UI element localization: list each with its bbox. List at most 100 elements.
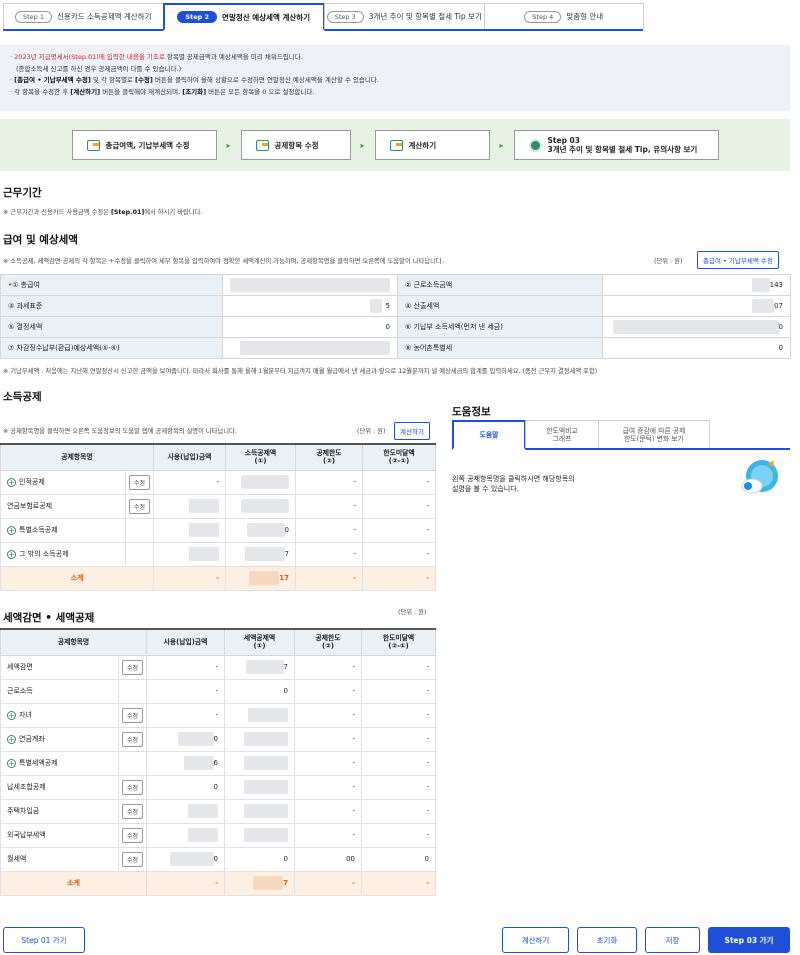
expand-plus-icon[interactable]: + (7, 710, 16, 720)
calculate-button[interactable]: 계산하기 (502, 927, 569, 953)
deduction-amount-cell: 7 (224, 654, 296, 680)
limit-cell: - (295, 493, 364, 519)
notice-text: 버튼을 클릭해야 재계산되며, (100, 87, 183, 96)
edit-cell (124, 517, 155, 543)
row-edit-button[interactable]: 수정 (128, 474, 151, 490)
flow-edit-deduction-button[interactable]: 공제항목 수정 (240, 130, 351, 160)
item-name[interactable]: 인적공제 (19, 478, 45, 486)
row-edit-button[interactable]: 수정 (121, 707, 144, 723)
calculator-icon (389, 139, 403, 151)
tab-step2[interactable]: Step 2 연말정산 예상세액 계산하기 (162, 3, 325, 31)
masked-value (244, 547, 285, 561)
expand-plus-icon[interactable]: + (7, 734, 16, 744)
masked-value (244, 756, 289, 770)
tab-limit-graph[interactable]: 한도액비교 그래프 (525, 420, 599, 448)
tab-threshold-change[interactable]: 급여 증감에 따른 공제 한도(문턱) 변화 보기 (598, 420, 710, 448)
step03-button[interactable]: Step 03 가기 (708, 927, 790, 953)
notice-bold: [수정] (134, 76, 153, 84)
tab-step3[interactable]: Step 3 3개년 추이 및 항목별 절세 Tip 보기 (324, 3, 485, 29)
unit-label: (단위 : 원) (654, 258, 683, 265)
limit-cell: - (294, 822, 363, 848)
item-name[interactable]: 자녀 (19, 711, 32, 719)
limit-cell: - (294, 678, 363, 704)
item-name-cell[interactable]: 주택차입금 (0, 798, 119, 824)
row-edit-button[interactable]: 수정 (121, 659, 144, 675)
item-name-cell[interactable]: 근로소득 (0, 678, 119, 704)
used-amount-cell (153, 541, 227, 567)
table-row: + 특별소득공제 0 - - (0, 517, 437, 543)
deduction-amount-cell (224, 774, 296, 800)
shortfall-cell: - (361, 678, 437, 704)
reset-button[interactable]: 초기화 (577, 927, 637, 953)
deduction-amount-cell (224, 822, 296, 848)
step01-button[interactable]: Step 01 가기 (3, 927, 85, 953)
item-name[interactable]: 특별소득공제 (19, 526, 58, 534)
salary-label: ⑤ 결정세액 (0, 316, 223, 338)
row-edit-button[interactable]: 수정 (121, 827, 144, 843)
salary-label: ② 근로소득금액 (397, 274, 603, 296)
item-name-cell[interactable]: + 그 밖의 소득공제 (0, 541, 126, 567)
masked-value (253, 876, 284, 890)
expand-plus-icon[interactable]: + (7, 525, 16, 535)
item-name[interactable]: 그 밖의 소득공제 (19, 550, 69, 558)
item-name[interactable]: 주택차입금 (7, 807, 39, 815)
item-name[interactable]: 연금보험료공제 (7, 502, 52, 510)
table-row: •① 총급여 ② 근로소득금액 143 (0, 274, 791, 296)
edit-cell: 수정 (117, 798, 148, 824)
flow-edit-salary-button[interactable]: 총급여액, 기납부세액 수정 (71, 130, 217, 160)
item-name[interactable]: 월세액 (7, 855, 26, 863)
value-text: - (426, 550, 430, 558)
edit-salary-button[interactable]: 총급여 • 기납부세액 수정 (697, 251, 779, 269)
value-text: - (426, 711, 430, 719)
row-edit-button[interactable]: 수정 (128, 498, 151, 514)
income-calc-button[interactable]: 계산하기 (394, 422, 430, 440)
item-name-cell[interactable]: 납세조합공제 (0, 774, 119, 800)
limit-cell: - (294, 774, 363, 800)
shortfall-cell: - (361, 822, 437, 848)
table-row: ⑤ 결정세액 0 ⑥ 기납부 소득세액(먼저 낸 세금) 0 (0, 316, 791, 338)
flow-label: 총급여액, 기납부세액 수정 (105, 140, 190, 150)
item-name-cell[interactable]: 월세액 (0, 846, 119, 872)
item-name[interactable]: 세액감면 (7, 663, 33, 671)
item-name-cell[interactable]: 세액감면 (0, 654, 119, 680)
save-button[interactable]: 저장 (645, 927, 700, 953)
row-edit-button[interactable]: 수정 (121, 779, 144, 795)
item-name[interactable]: 납세조합공제 (7, 783, 46, 791)
masked-value (246, 523, 285, 537)
item-name-cell[interactable]: + 특별세액공제 (0, 750, 119, 776)
value-text: 0 (284, 526, 290, 534)
arrow-right-icon: ▸ (499, 140, 504, 150)
expand-plus-icon[interactable]: + (7, 549, 16, 559)
item-name-cell[interactable]: + 인적공제 (0, 469, 126, 495)
value-text: 5 (385, 302, 390, 310)
expand-plus-icon[interactable]: + (7, 758, 16, 768)
row-edit-button[interactable]: 수정 (121, 803, 144, 819)
edit-cell: 수정 (117, 774, 148, 800)
item-name-cell[interactable]: + 자녀 (0, 702, 119, 728)
used-amount-cell: 0 (146, 846, 226, 872)
deduction-amount-cell: 0 (224, 678, 296, 704)
expand-plus-icon[interactable]: + (7, 477, 16, 487)
used-amount-cell: 6 (146, 750, 226, 776)
item-name[interactable]: 연금계좌 (19, 735, 45, 743)
flow-label: Step 03 (547, 136, 581, 145)
masked-value (244, 780, 289, 794)
step-flow: 총급여액, 기납부세액 수정 ▸ 공제항목 수정 ▸ 계산하기 ▸ Step 0… (0, 119, 790, 171)
item-name[interactable]: 특별세액공제 (19, 759, 58, 767)
item-name[interactable]: 외국납부세액 (7, 831, 46, 839)
tab-help[interactable]: 도움말 (452, 420, 526, 450)
item-name-cell[interactable]: + 특별소득공제 (0, 517, 126, 543)
item-name[interactable]: 근로소득 (7, 687, 33, 695)
value-text: - (215, 663, 219, 671)
row-edit-button[interactable]: 수정 (121, 851, 144, 867)
item-name-cell[interactable]: 외국납부세액 (0, 822, 119, 848)
tab-step1[interactable]: Step 1 신용카드 소득공제액 계산하기 (3, 3, 164, 29)
column-header: 세액공제액 (①) (224, 628, 296, 656)
row-edit-button[interactable]: 수정 (121, 731, 144, 747)
item-name-cell[interactable]: 연금보험료공제 (0, 493, 126, 519)
tab-step4[interactable]: Step 4 맞춤형 안내 (483, 3, 644, 29)
item-name-cell[interactable]: + 연금계좌 (0, 726, 119, 752)
limit-cell: 00 (294, 846, 363, 872)
flow-calc-button[interactable]: 계산하기 (374, 130, 490, 160)
flow-step3-button[interactable]: Step 03 3개년 추이 및 항목별 절세 Tip, 유의사항 보기 (513, 130, 719, 160)
